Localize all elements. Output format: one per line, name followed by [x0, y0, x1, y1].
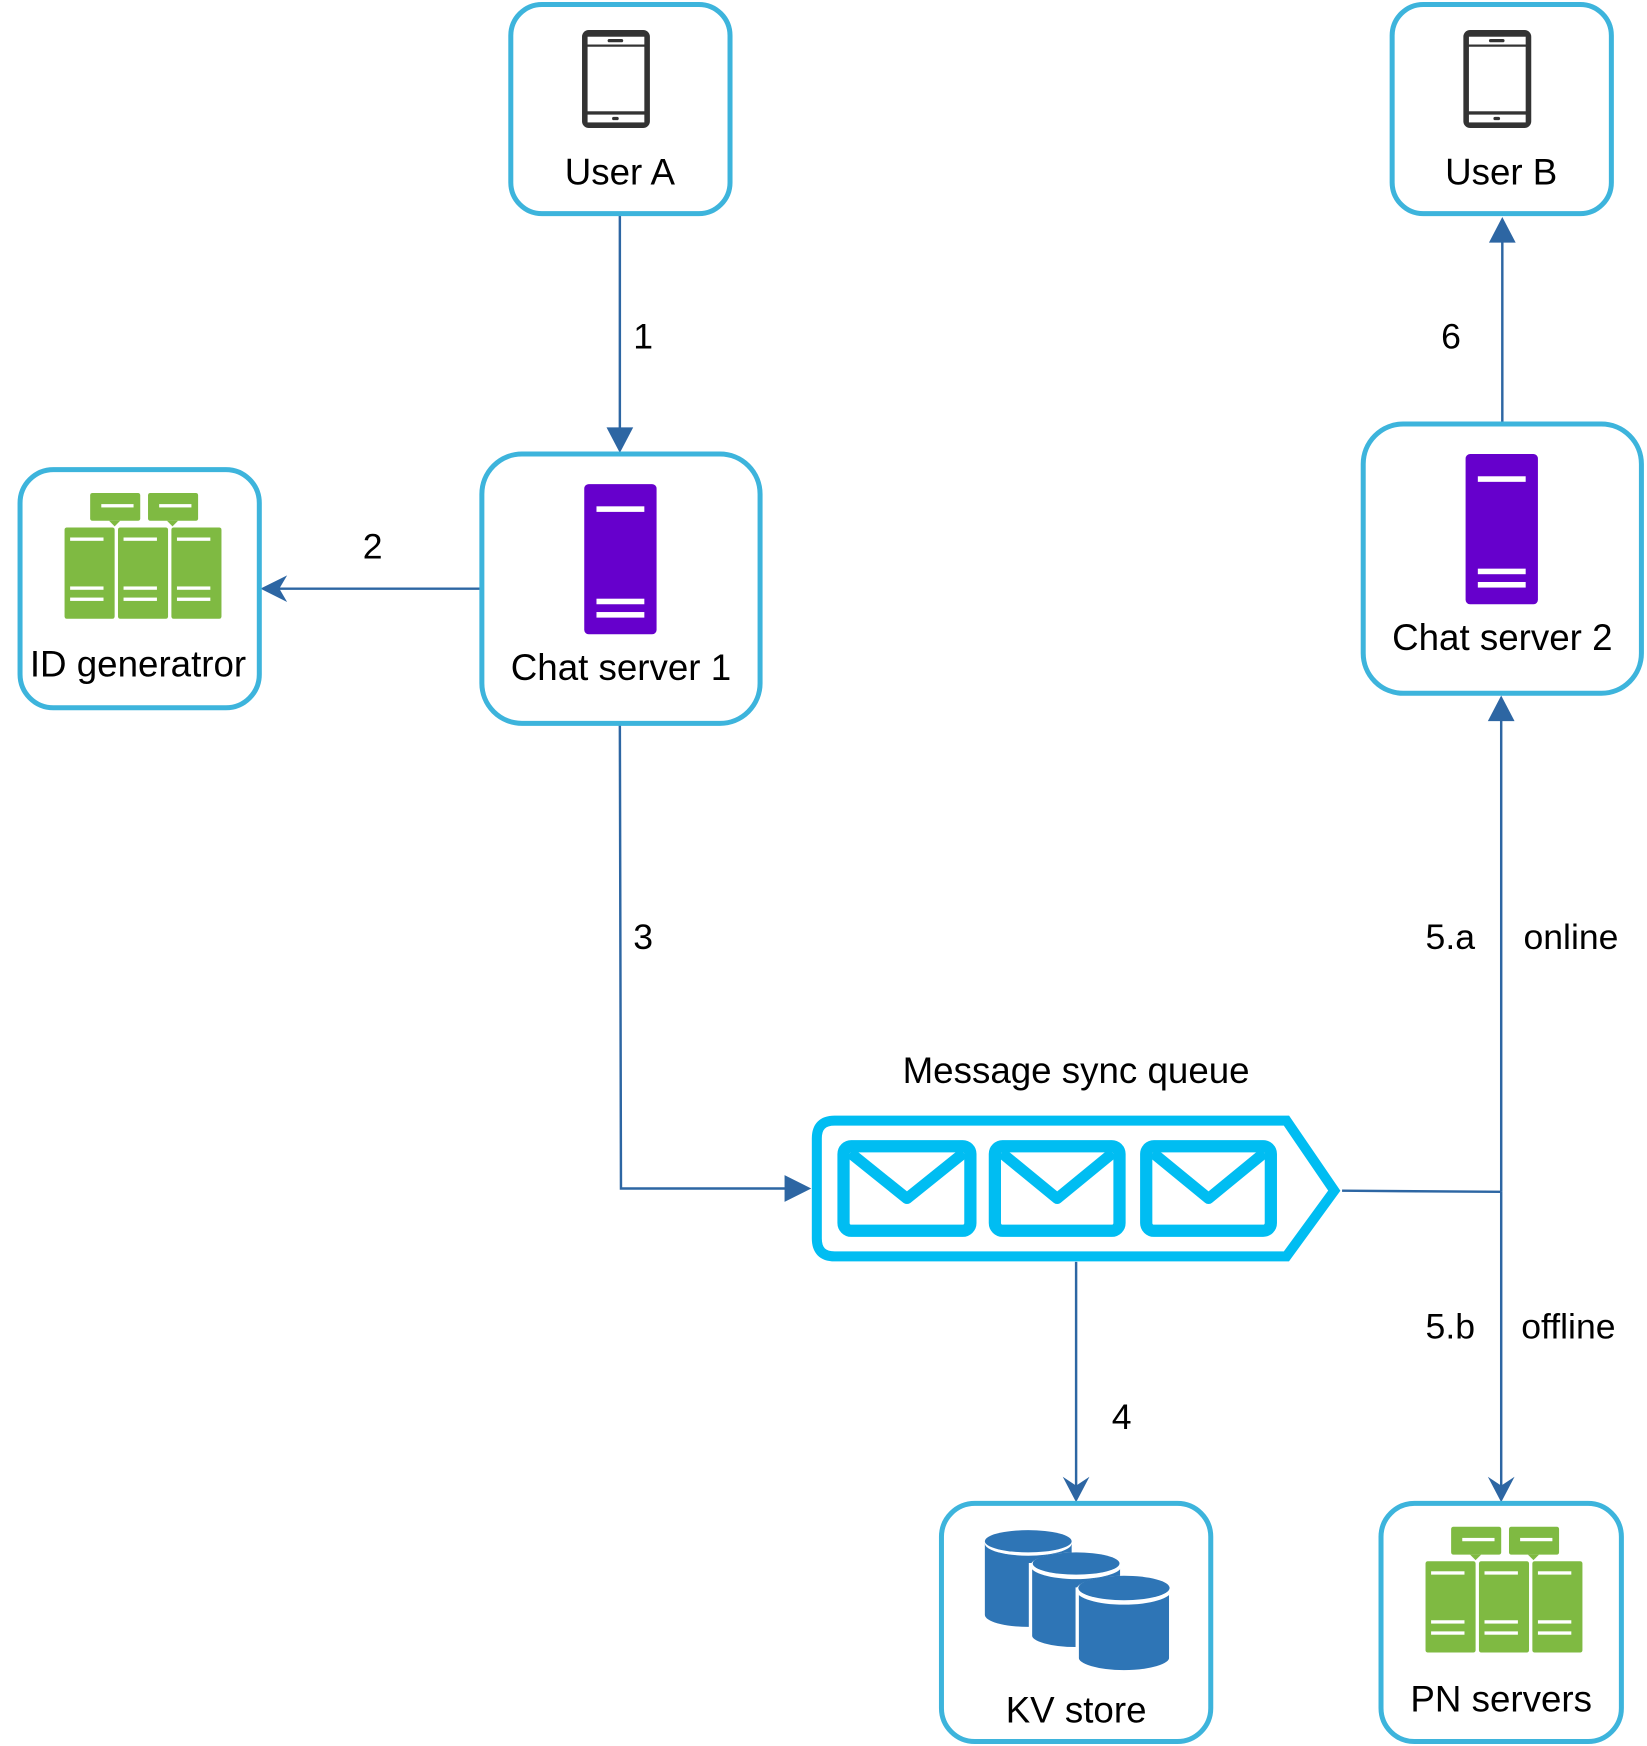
edge-queue-to-kv-store: 4: [1062, 1261, 1132, 1503]
node-label: KV store: [1006, 1690, 1147, 1731]
envelope-icon: [837, 1140, 977, 1237]
node-chat-server-2[interactable]: Chat server 2: [1360, 421, 1644, 696]
arrowhead: [1488, 216, 1516, 243]
edge-label-1: 1: [633, 316, 653, 356]
node-label: Chat server 2: [1392, 617, 1612, 658]
server-icon: [1465, 454, 1538, 605]
node-label: Message sync queue: [903, 1050, 1250, 1091]
node-message-sync-queue[interactable]: Message sync queue: [811, 1050, 1341, 1262]
mobile-phone-icon: [1463, 30, 1532, 128]
node-user-b[interactable]: User B: [1389, 1, 1614, 217]
server-icon: [584, 484, 657, 635]
chat-flow-diagram: 1 2 3 4 5.a online 5.b offline 6 User A …: [17, 1, 1644, 1745]
edge-label-3: 3: [633, 917, 653, 957]
edge-queue-to-junction: [1342, 1189, 1502, 1194]
edge-queue-to-chat-server-2: 5.a online: [1426, 695, 1618, 1192]
node-kv-store[interactable]: KV store: [938, 1500, 1214, 1745]
edge-condition-offline: offline: [1521, 1307, 1615, 1347]
envelope-icon: [1140, 1140, 1277, 1237]
node-user-a[interactable]: User A: [508, 1, 733, 217]
node-id-generator[interactable]: ID generatror: [17, 467, 262, 711]
edge-label-4: 4: [1112, 1397, 1132, 1437]
mobile-phone-icon: [582, 30, 650, 128]
node-label: PN servers: [1410, 1679, 1592, 1720]
envelope-icon: [988, 1140, 1126, 1237]
edge-label-6: 6: [1441, 316, 1461, 356]
edge-chat-server-1-to-id-generator: 2: [260, 527, 481, 603]
message-queue-icon: [811, 1115, 1341, 1262]
edge-condition-online: online: [1523, 917, 1618, 957]
node-label: Chat server 1: [511, 647, 731, 688]
edge-label-5b: 5.b: [1426, 1307, 1475, 1347]
edge-label-5a: 5.a: [1426, 917, 1476, 957]
node-chat-server-1[interactable]: Chat server 1: [479, 451, 763, 726]
edge-queue-to-pn-servers: 5.b offline: [1426, 1191, 1616, 1503]
edge-user-a-to-chat-server-1: 1: [606, 215, 653, 453]
arrowhead: [1487, 695, 1515, 722]
node-pn-servers[interactable]: PN servers: [1378, 1500, 1624, 1745]
edge-chat-server-1-to-queue: 3: [618, 725, 812, 1202]
arrowhead: [606, 427, 634, 453]
arrowhead: [784, 1175, 812, 1202]
node-label: ID generatror: [30, 644, 246, 685]
node-label: User A: [565, 152, 676, 193]
edge-label-2: 2: [363, 527, 383, 567]
node-label: User B: [1445, 152, 1557, 193]
edge-chat-server-2-to-user-b: 6: [1441, 216, 1516, 423]
